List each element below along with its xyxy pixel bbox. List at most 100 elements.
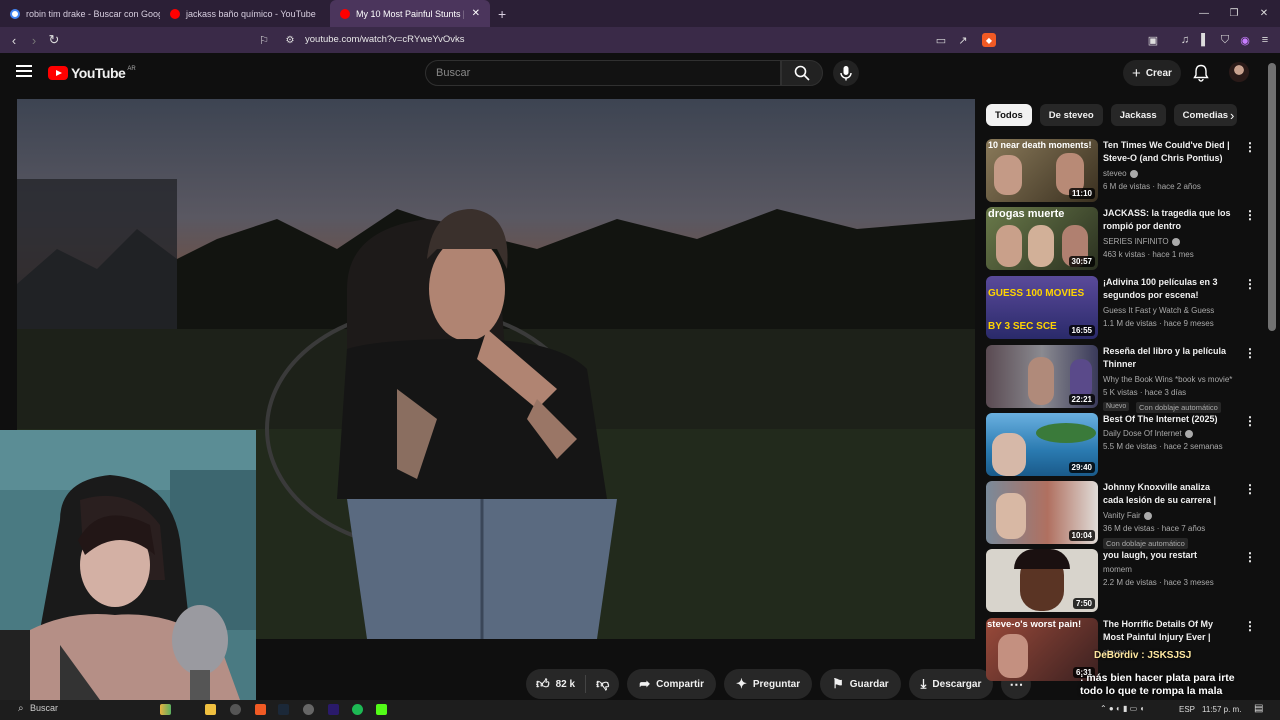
ask-button[interactable]: ✦ Preguntar: [723, 669, 813, 699]
video-title[interactable]: you laugh, you restart: [1103, 549, 1233, 562]
clock[interactable]: 11:57 p. m.: [1202, 705, 1241, 714]
close-window-button[interactable]: ✕: [1248, 0, 1280, 27]
recommendation-card[interactable]: 7:50 you laugh, you restart momem 2.2 M …: [986, 549, 1256, 615]
more-vert-icon[interactable]: ⋮: [1244, 414, 1256, 428]
video-thumbnail[interactable]: 10:04: [986, 481, 1098, 544]
browser-tab[interactable]: robin tim drake - Buscar con Google: [0, 0, 160, 27]
more-vert-icon[interactable]: ⋮: [1244, 346, 1256, 360]
brave-shield-icon[interactable]: ◆: [982, 33, 996, 47]
browser-tab[interactable]: jackass baño químico - YouTube: [160, 0, 325, 27]
create-button[interactable]: + Crear: [1123, 60, 1181, 86]
reload-button[interactable]: ↻: [44, 27, 64, 53]
channel-name[interactable]: steveo: [1103, 169, 1138, 178]
tab-manager-icon[interactable]: ▣: [1146, 33, 1160, 47]
channel-name[interactable]: SERIES INFINITO: [1103, 237, 1180, 246]
channel-name[interactable]: Guess It Fast y Watch & Guess: [1103, 306, 1214, 315]
video-thumbnail[interactable]: 22:21: [986, 345, 1098, 408]
download-button[interactable]: ⤓ Descargar: [908, 669, 994, 699]
video-title[interactable]: The Horrific Details Of My Most Painful …: [1103, 618, 1233, 644]
taskbar-search[interactable]: Buscar: [30, 703, 58, 713]
video-title[interactable]: Reseña del libro y la película Thinner: [1103, 345, 1233, 371]
video-thumbnail[interactable]: 10 near death moments! 11:10: [986, 139, 1098, 202]
chip-de-steveo[interactable]: De steveo: [1039, 104, 1103, 126]
recommendation-card[interactable]: 22:21 Reseña del libro y la película Thi…: [986, 345, 1256, 413]
screenshot-icon[interactable]: ▭: [934, 33, 948, 47]
file-explorer-icon[interactable]: [205, 704, 216, 715]
extension-icon[interactable]: ◉: [1238, 33, 1252, 47]
page-scrollbar[interactable]: [1268, 63, 1276, 331]
restore-button[interactable]: ❐: [1218, 0, 1250, 27]
video-thumbnail[interactable]: drogas muerte 30:57: [986, 207, 1098, 270]
download-icon: ⤓: [920, 676, 927, 691]
music-icon[interactable]: ♫: [1178, 33, 1192, 47]
avatar[interactable]: [1229, 62, 1249, 82]
plus-icon: +: [1132, 64, 1141, 82]
recommendation-card[interactable]: GUESS 100 MOVIES BY 3 SEC SCE 16:55 ¡Adi…: [986, 276, 1256, 342]
video-thumbnail[interactable]: 29:40: [986, 413, 1098, 476]
more-vert-icon[interactable]: ⋮: [1244, 550, 1256, 564]
search-button[interactable]: [781, 60, 823, 86]
recommendation-card[interactable]: 10 near death moments! 11:10 Ten Times W…: [986, 139, 1256, 205]
close-icon[interactable]: ✕: [472, 8, 480, 19]
steam-icon[interactable]: [278, 704, 289, 715]
video-title[interactable]: Ten Times We Could've Died | Steve-O (an…: [1103, 139, 1233, 165]
more-vert-icon[interactable]: ⋮: [1244, 619, 1256, 633]
site-info-icon[interactable]: ⚙: [280, 27, 300, 53]
premiere-icon[interactable]: [328, 704, 339, 715]
youtube-logo[interactable]: YouTube AR: [48, 65, 136, 81]
recommendation-card[interactable]: 29:40 Best Of The Internet (2025) Daily …: [986, 413, 1256, 479]
video-title[interactable]: Johnny Knoxville analiza cada lesión de …: [1103, 481, 1233, 507]
app-icon[interactable]: [230, 704, 241, 715]
sidebar-icon[interactable]: ▌: [1198, 33, 1212, 47]
channel-label: steveo: [1103, 169, 1127, 178]
channel-name[interactable]: momem: [1103, 565, 1132, 574]
chip-jackass[interactable]: Jackass: [1110, 104, 1166, 126]
video-meta: 1.1 M de vistas · hace 9 meses: [1103, 319, 1214, 328]
hamburger-menu-icon[interactable]: [16, 65, 32, 79]
video-title[interactable]: Best Of The Internet (2025): [1103, 413, 1233, 426]
chip-todos[interactable]: Todos: [986, 104, 1032, 126]
kick-icon[interactable]: [376, 704, 387, 715]
more-vert-icon[interactable]: ⋮: [1244, 482, 1256, 496]
language-indicator[interactable]: ESP: [1179, 705, 1195, 714]
forward-button[interactable]: ›: [24, 27, 44, 53]
chip-comedias[interactable]: Comedias: [1173, 104, 1238, 126]
shield-icon[interactable]: ⛉: [1218, 33, 1232, 47]
recommendation-card[interactable]: drogas muerte 30:57 JACKASS: la tragedia…: [986, 207, 1256, 273]
like-button[interactable]: 👍︎ 82 k: [526, 675, 587, 693]
more-vert-icon[interactable]: ⋮: [1244, 277, 1256, 291]
search-input[interactable]: Buscar: [425, 60, 781, 86]
recommendation-card[interactable]: 10:04 Johnny Knoxville analiza cada lesi…: [986, 481, 1256, 549]
video-thumbnail[interactable]: GUESS 100 MOVIES BY 3 SEC SCE 16:55: [986, 276, 1098, 339]
widget-icon[interactable]: [160, 704, 171, 715]
notifications-bell-icon[interactable]: [1193, 64, 1209, 82]
bookmark-icon[interactable]: ⚐: [254, 27, 274, 53]
share-button[interactable]: ➦ Compartir: [627, 669, 716, 699]
notification-icon[interactable]: ▤: [1254, 703, 1263, 714]
video-thumbnail[interactable]: 7:50: [986, 549, 1098, 612]
share-icon[interactable]: ↗: [956, 33, 970, 47]
menu-icon[interactable]: ≡: [1258, 33, 1272, 47]
new-tab-button[interactable]: +: [498, 6, 506, 22]
video-title[interactable]: JACKASS: la tragedia que los rompió por …: [1103, 207, 1233, 233]
channel-name[interactable]: Vanity Fair: [1103, 511, 1152, 520]
tray-icons[interactable]: ⌃ ● ◐ ▮ ▭ ◖: [1100, 704, 1144, 713]
voice-search-button[interactable]: [833, 60, 859, 86]
chevron-right-icon[interactable]: ›: [1230, 108, 1234, 123]
save-button[interactable]: ⚑ Guardar: [820, 669, 901, 699]
browser-tab-active[interactable]: My 10 Most Painful Stunts | Steve-O ✕: [330, 0, 490, 27]
search-icon[interactable]: ⌕: [18, 703, 24, 714]
url-field[interactable]: youtube.com/watch?v=cRYweYvOvks: [305, 34, 465, 45]
verified-icon: [1129, 169, 1138, 178]
video-title[interactable]: ¡Adivina 100 películas en 3 segundos por…: [1103, 276, 1233, 302]
channel-name[interactable]: Daily Dose Of Internet: [1103, 429, 1193, 438]
minimize-button[interactable]: —: [1188, 0, 1220, 27]
app-icon[interactable]: [303, 704, 314, 715]
brave-icon[interactable]: [255, 704, 266, 715]
dislike-button[interactable]: 👎︎: [586, 676, 619, 692]
channel-name[interactable]: Why the Book Wins *book vs movie*: [1103, 375, 1232, 384]
spotify-icon[interactable]: [352, 704, 363, 715]
back-button[interactable]: ‹: [4, 27, 24, 53]
more-vert-icon[interactable]: ⋮: [1244, 208, 1256, 222]
more-vert-icon[interactable]: ⋮: [1244, 140, 1256, 154]
